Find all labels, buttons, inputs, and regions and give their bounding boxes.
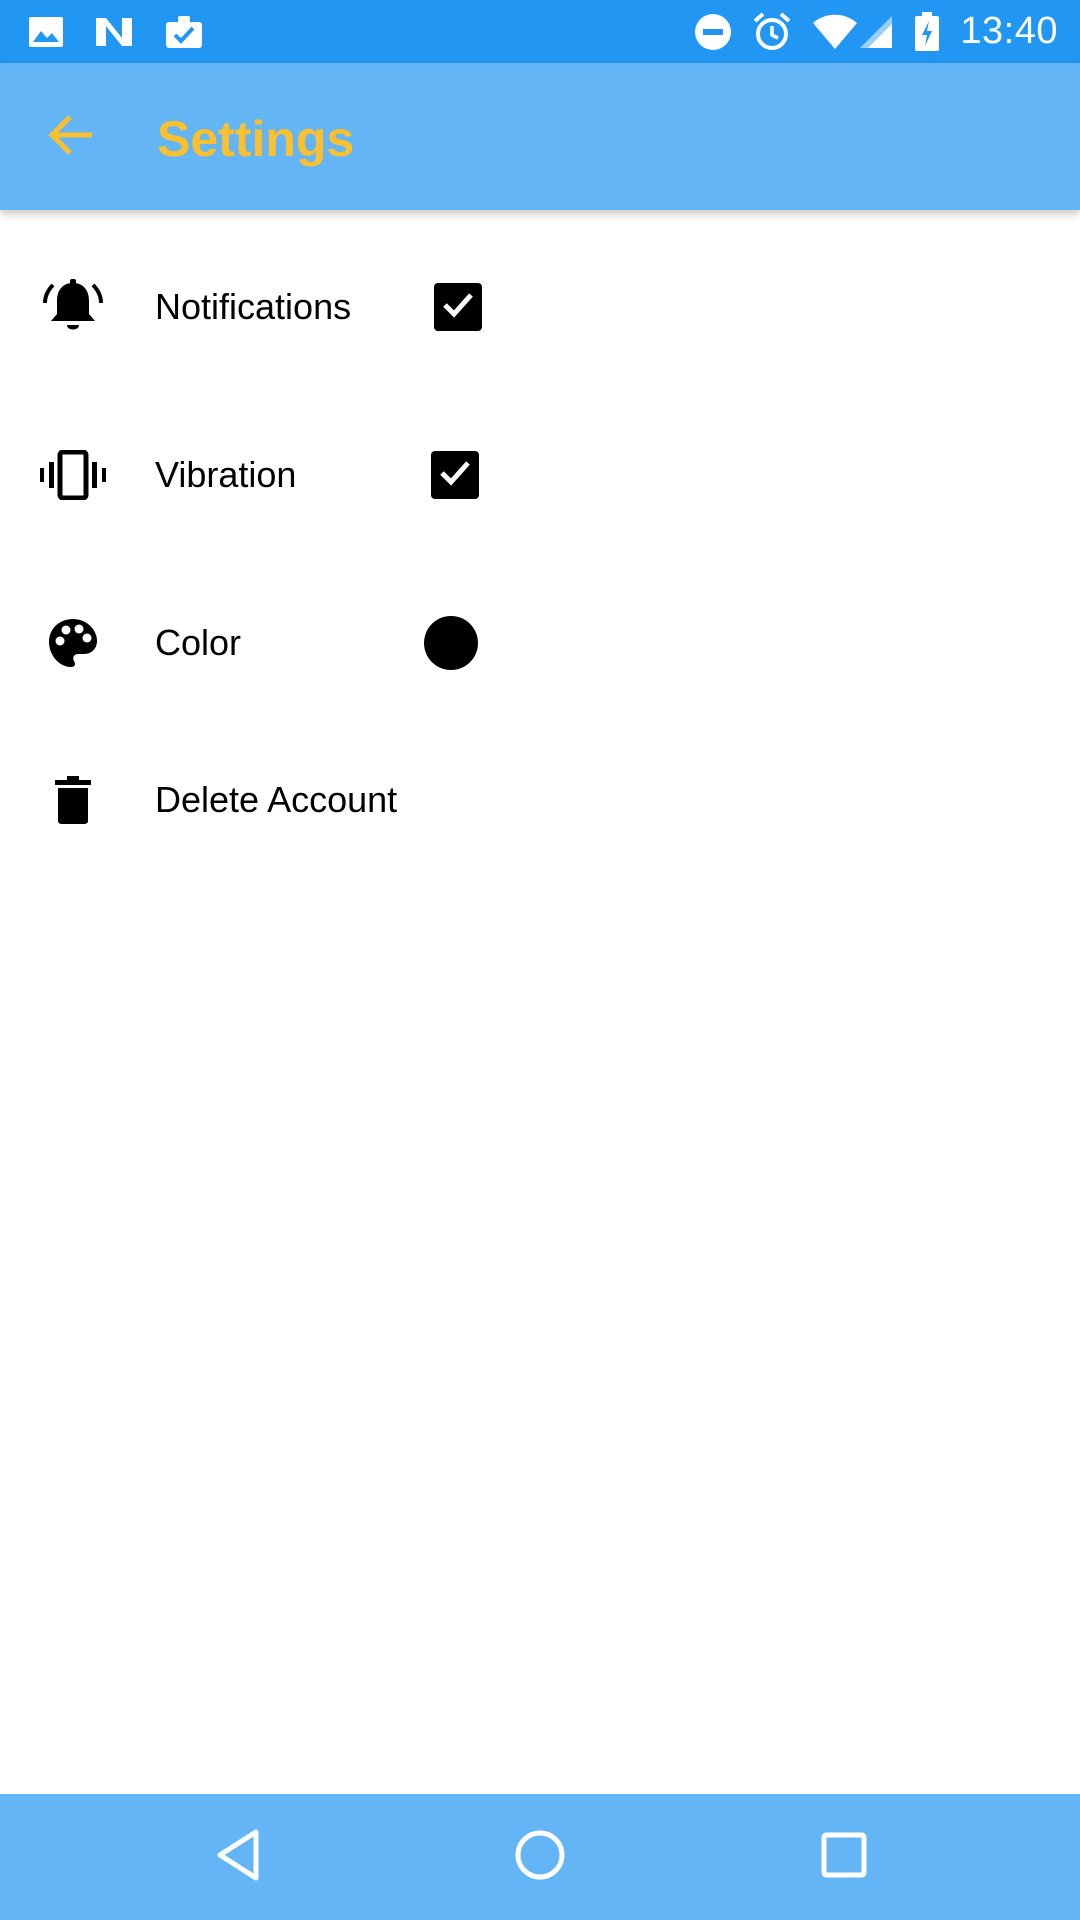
setting-row-delete-account[interactable]: Delete Account: [0, 740, 1080, 860]
back-triangle-icon: [214, 1828, 262, 1887]
navigation-bar: [0, 1794, 1080, 1920]
page-title: Settings: [157, 111, 355, 167]
setting-label-delete-account: Delete Account: [155, 779, 398, 820]
recents-square-icon: [820, 1831, 868, 1884]
setting-row-notifications[interactable]: Notifications: [0, 247, 1080, 367]
n-logo-icon: [94, 16, 134, 48]
check-icon: [441, 290, 475, 325]
nav-home-button[interactable]: [510, 1827, 570, 1887]
palette-icon: [40, 610, 106, 676]
check-icon: [438, 458, 472, 493]
status-bar-right: 13:40: [674, 10, 1058, 53]
home-circle-icon: [513, 1828, 567, 1887]
vibration-checkbox[interactable]: [431, 451, 479, 499]
color-swatch[interactable]: [424, 616, 478, 670]
bell-ringing-icon: [40, 274, 106, 340]
setting-label-vibration: Vibration: [155, 454, 297, 495]
trash-icon: [40, 767, 106, 833]
clipboard-check-icon: [164, 14, 204, 50]
status-bar: 13:40: [0, 0, 1080, 63]
battery-charging-icon: [914, 11, 940, 52]
image-icon: [28, 16, 64, 48]
notifications-checkbox[interactable]: [434, 283, 482, 331]
color-picker[interactable]: [424, 616, 478, 670]
alarm-icon: [752, 11, 792, 52]
app-bar: Settings: [0, 63, 1080, 210]
setting-row-color[interactable]: Color: [0, 583, 1080, 703]
setting-label-notifications: Notifications: [155, 286, 352, 327]
arrow-left-icon: [48, 113, 96, 162]
nav-back-button[interactable]: [208, 1827, 268, 1887]
status-bar-left: [28, 14, 234, 50]
wifi-icon: [812, 14, 858, 50]
cellular-signal-icon: [858, 14, 894, 50]
nav-recents-button[interactable]: [814, 1827, 874, 1887]
vibrate-icon: [40, 442, 106, 508]
setting-row-vibration[interactable]: Vibration: [0, 415, 1080, 535]
setting-label-color: Color: [155, 622, 242, 663]
do-not-disturb-icon: [694, 13, 732, 51]
status-bar-time: 13:40: [960, 10, 1058, 52]
back-button[interactable]: [44, 109, 100, 165]
